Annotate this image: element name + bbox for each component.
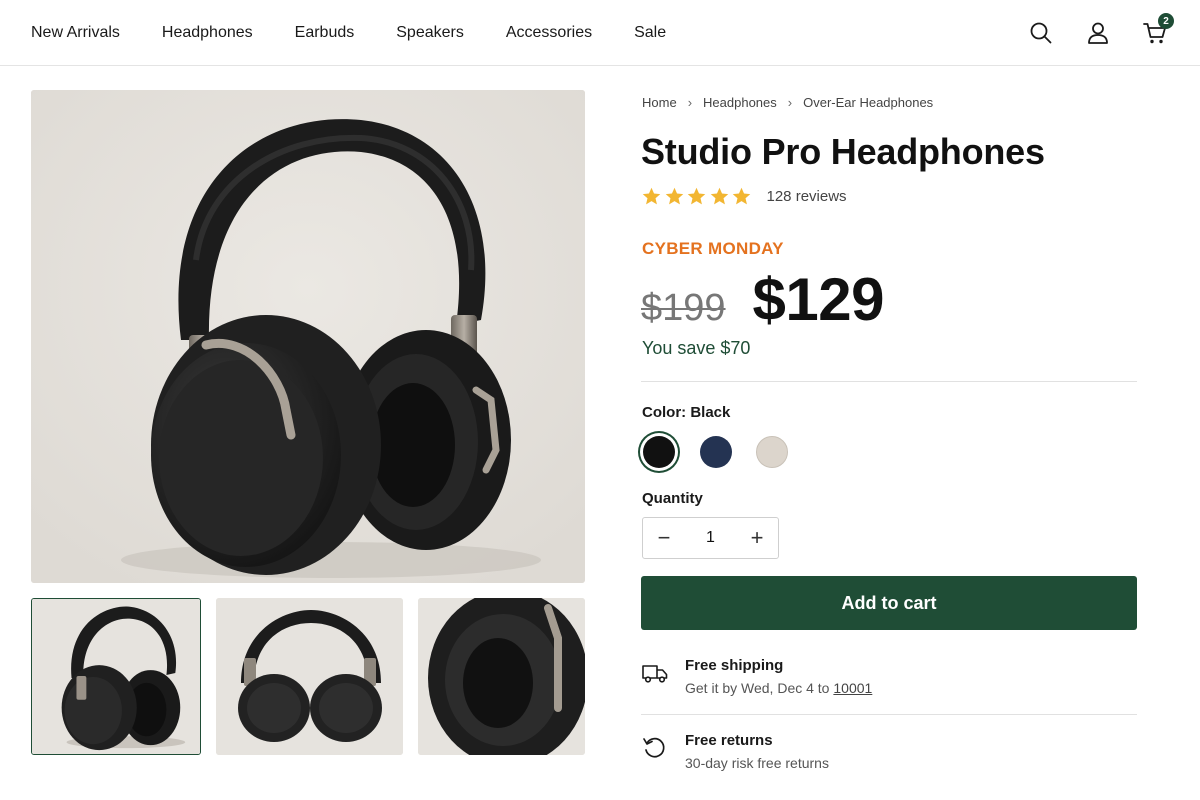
shipping-title: Free shipping (685, 657, 784, 674)
return-icon (641, 735, 669, 761)
cart-count-badge: 2 (1158, 13, 1174, 29)
chevron-right-icon: › (687, 95, 693, 110)
main-product-image[interactable] (31, 90, 585, 583)
decrement-button[interactable]: − (643, 518, 685, 558)
product-rating: 128 reviews (641, 186, 847, 207)
increment-button[interactable]: + (736, 518, 778, 558)
breadcrumb-headphones[interactable]: Headphones (703, 95, 777, 110)
star-icon (641, 186, 662, 207)
thumbnail-3[interactable] (418, 598, 585, 755)
top-navigation: New Arrivals Headphones Earbuds Speakers… (0, 0, 1200, 66)
divider (641, 714, 1137, 715)
divider (641, 381, 1137, 382)
nav-link-speakers[interactable]: Speakers (396, 24, 464, 42)
zip-code-link[interactable]: 10001 (833, 680, 872, 696)
cart-icon[interactable]: 2 (1142, 13, 1174, 46)
color-swatch-navy[interactable] (700, 436, 732, 468)
nav-link-accessories[interactable]: Accessories (506, 24, 592, 42)
search-icon[interactable] (1028, 20, 1054, 46)
color-swatch-cream[interactable] (756, 436, 788, 468)
chevron-right-icon: › (787, 95, 793, 110)
product-title: Studio Pro Headphones (641, 131, 1045, 172)
sale-price: $129 (752, 266, 885, 333)
original-price: $199 (641, 287, 726, 329)
star-icon (709, 186, 730, 207)
breadcrumb: Home › Headphones › Over-Ear Headphones (642, 95, 933, 110)
thumbnail-1[interactable] (31, 598, 201, 755)
nav-link-headphones[interactable]: Headphones (162, 24, 253, 42)
star-icon (731, 186, 752, 207)
star-icon (664, 186, 685, 207)
color-label: Color: Black (642, 404, 731, 421)
thumbnail-2[interactable] (216, 598, 403, 755)
breadcrumb-home[interactable]: Home (642, 95, 677, 110)
savings-text: You save $70 (642, 338, 751, 358)
quantity-value[interactable]: 1 (685, 529, 736, 547)
price: $199 $129 (641, 265, 885, 334)
promo-label: CYBER MONDAY (642, 239, 784, 258)
shipping-detail: Get it by Wed, Dec 4 to 10001 (685, 680, 872, 696)
returns-detail: 30-day risk free returns (685, 755, 829, 771)
add-to-cart-button[interactable]: Add to cart (641, 576, 1137, 630)
nav-link-new-arrivals[interactable]: New Arrivals (31, 24, 120, 42)
nav-link-sale[interactable]: Sale (634, 24, 666, 42)
main-menu: New Arrivals Headphones Earbuds Speakers… (31, 0, 666, 66)
quantity-stepper: − 1 + (642, 517, 779, 559)
color-swatch-black[interactable] (643, 436, 675, 468)
breadcrumb-current[interactable]: Over-Ear Headphones (803, 95, 933, 110)
nav-link-earbuds[interactable]: Earbuds (295, 24, 355, 42)
shipping-date-text: Get it by Wed, Dec 4 to (685, 680, 834, 696)
review-count-link[interactable]: 128 reviews (767, 188, 847, 205)
star-rating (641, 186, 754, 207)
quantity-label: Quantity (642, 490, 703, 507)
account-icon[interactable] (1085, 20, 1111, 46)
star-icon (686, 186, 707, 207)
returns-title: Free returns (685, 732, 773, 749)
truck-icon (641, 660, 669, 686)
